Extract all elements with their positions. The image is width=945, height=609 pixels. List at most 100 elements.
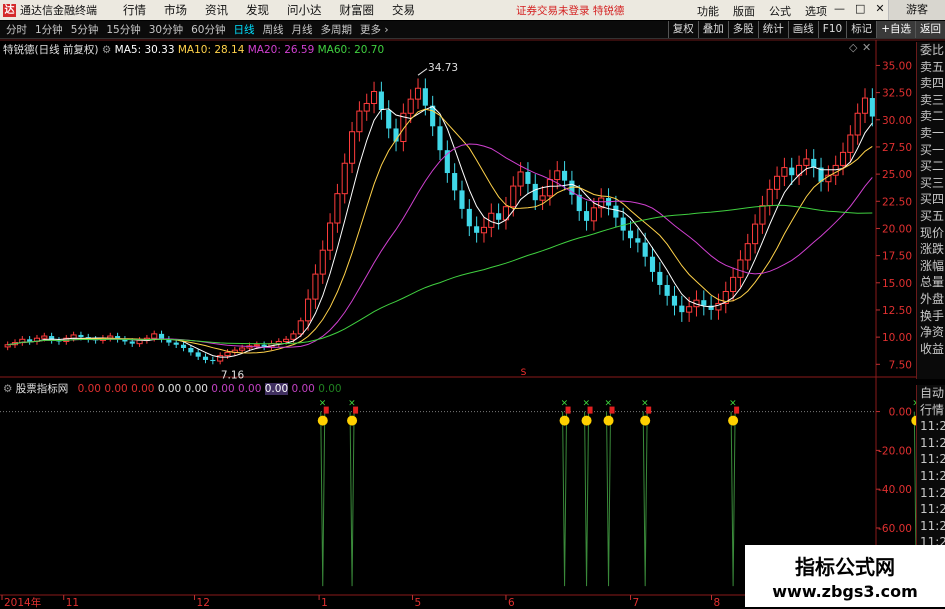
price-tick-label-7: 17.50 [882, 251, 912, 263]
signal-cross-4: × [605, 399, 613, 409]
tick-field-2: 11:29 [920, 419, 945, 434]
quote-field-9: 买四 [920, 192, 945, 207]
sub-settings-icon[interactable]: ⚙ [3, 383, 12, 395]
candle-body-71 [525, 171, 531, 184]
candle-body-106 [781, 167, 788, 177]
candle-body-57 [422, 88, 428, 106]
candle-body-51 [378, 91, 384, 110]
candle-body-61 [452, 173, 458, 191]
ma5-value: MA5: 30.33 [114, 44, 175, 56]
tick-field-5: 11:29 [920, 468, 945, 483]
date-label-4: 5 [415, 597, 422, 609]
quote-field-13: 涨幅 [920, 258, 945, 273]
watermark-title: 指标公式网 [795, 555, 895, 579]
quote-field-10: 买五 [920, 208, 945, 223]
price-tick-label-10: 10.00 [882, 332, 912, 344]
candle-body-117 [861, 97, 869, 114]
sub-tick-label-2: -40.00 [878, 484, 912, 496]
candle-body-115 [847, 134, 854, 153]
signal-spike-2 [562, 411, 568, 587]
quote-field-0: 委比 [920, 43, 945, 57]
sell-marker: S [521, 368, 527, 378]
expand-icon[interactable]: ◇ [849, 41, 857, 54]
signal-spike-3 [584, 411, 590, 587]
candle-body-23 [173, 342, 179, 345]
candle-body-30 [224, 351, 231, 357]
quote-field-7: 买二 [920, 159, 945, 174]
date-label-5: 6 [508, 597, 515, 609]
candle-body-67 [496, 213, 502, 220]
signal-spike-0 [320, 411, 326, 587]
signal-coin-3 [581, 415, 592, 426]
signal-coin-5 [640, 415, 651, 426]
price-tick-label-4: 25.00 [882, 169, 912, 181]
signal-spike-5 [642, 411, 648, 587]
settings-gear-icon[interactable]: ⚙ [102, 44, 111, 56]
date-label-7: 8 [713, 597, 720, 609]
candle-body-43 [319, 249, 326, 275]
candle-body-45 [334, 193, 341, 224]
ind-value-9: 0.00 [291, 383, 315, 395]
quote-panel: 委比 卖五 卖四 卖三 卖二 卖一 买一 买二 买三 买四 买五 现价 涨跌 涨幅 总量 外盘 换手 净资 收益 [916, 42, 945, 379]
low-price-label: 7.16 [221, 370, 245, 382]
candle-body-24 [180, 344, 187, 349]
signal-cross-6: × [729, 399, 737, 409]
candle-body-99 [730, 276, 737, 292]
sub-tick-label-3: -60.00 [878, 523, 912, 535]
tick-field-1: 行情 [920, 402, 945, 417]
signal-cross-2: × [561, 399, 569, 409]
candle-body-105 [774, 175, 781, 190]
candle-body-3 [27, 339, 33, 342]
candle-body-74 [546, 179, 553, 197]
watermark: 指标公式网 www.zbgs3.com [745, 545, 945, 607]
candle-body-63 [466, 208, 472, 227]
signal-spike-6 [730, 411, 736, 587]
candle-body-116 [854, 112, 861, 136]
quote-field-4: 卖二 [920, 109, 945, 124]
tick-field-4: 11:29 [920, 452, 945, 467]
date-label-1: 11 [66, 597, 79, 609]
candle-body-52 [386, 109, 392, 129]
quote-field-3: 卖三 [920, 92, 945, 107]
candle-body-100 [737, 259, 744, 278]
candle-body-44 [327, 222, 334, 251]
candle-body-104 [766, 188, 773, 207]
price-tick-label-0: 35.00 [882, 60, 912, 72]
candle-body-84 [620, 217, 626, 231]
chart-canvas[interactable]: 35.0032.5030.0027.5025.0022.5020.0017.50… [0, 0, 945, 609]
signal-coin-6 [728, 415, 739, 426]
sub-tick-label-0: 0.00 [889, 407, 912, 419]
price-tick-label-5: 22.50 [882, 196, 912, 208]
tick-field-8: 11:29 [920, 518, 945, 533]
candle-body-102 [752, 223, 759, 245]
quote-field-15: 外盘 [920, 291, 945, 306]
candle-body-91 [671, 295, 678, 306]
candle-body-103 [759, 205, 766, 225]
candle-body-59 [437, 126, 443, 151]
candle-body-25 [188, 348, 194, 353]
ind-value-2: 0.00 [104, 383, 128, 395]
price-tick-label-6: 20.00 [882, 223, 912, 235]
tick-field-0: 自动 [920, 386, 945, 400]
signal-cross-1: × [348, 399, 356, 409]
candle-body-79 [583, 211, 590, 221]
quote-field-5: 卖一 [920, 125, 945, 140]
close-panel-icon[interactable]: ✕ [862, 41, 871, 54]
sub-chart-legend: ⚙ 股票指标网 0.00 0.00 0.00 0.00 0.00 0.00 0.… [3, 381, 342, 396]
candle-body-46 [341, 162, 348, 195]
date-label-0: 2014年 [4, 596, 41, 609]
candle-body-101 [744, 243, 751, 261]
candle-body-95 [701, 300, 707, 306]
candle-body-27 [202, 356, 209, 360]
candle-body-80 [590, 207, 597, 222]
candle-body-64 [474, 226, 480, 233]
signal-spike-1 [349, 411, 355, 587]
candle-body-69 [510, 185, 517, 208]
quote-field-14: 总量 [920, 275, 945, 290]
ind-value-4: 0.00 [157, 383, 182, 395]
tick-field-3: 11:29 [920, 435, 945, 450]
ma60-value: MA60: 20.70 [317, 44, 385, 56]
candle-body-20 [151, 333, 158, 339]
candle-body-39 [290, 333, 297, 340]
ind-value-10: 0.00 [318, 383, 342, 395]
